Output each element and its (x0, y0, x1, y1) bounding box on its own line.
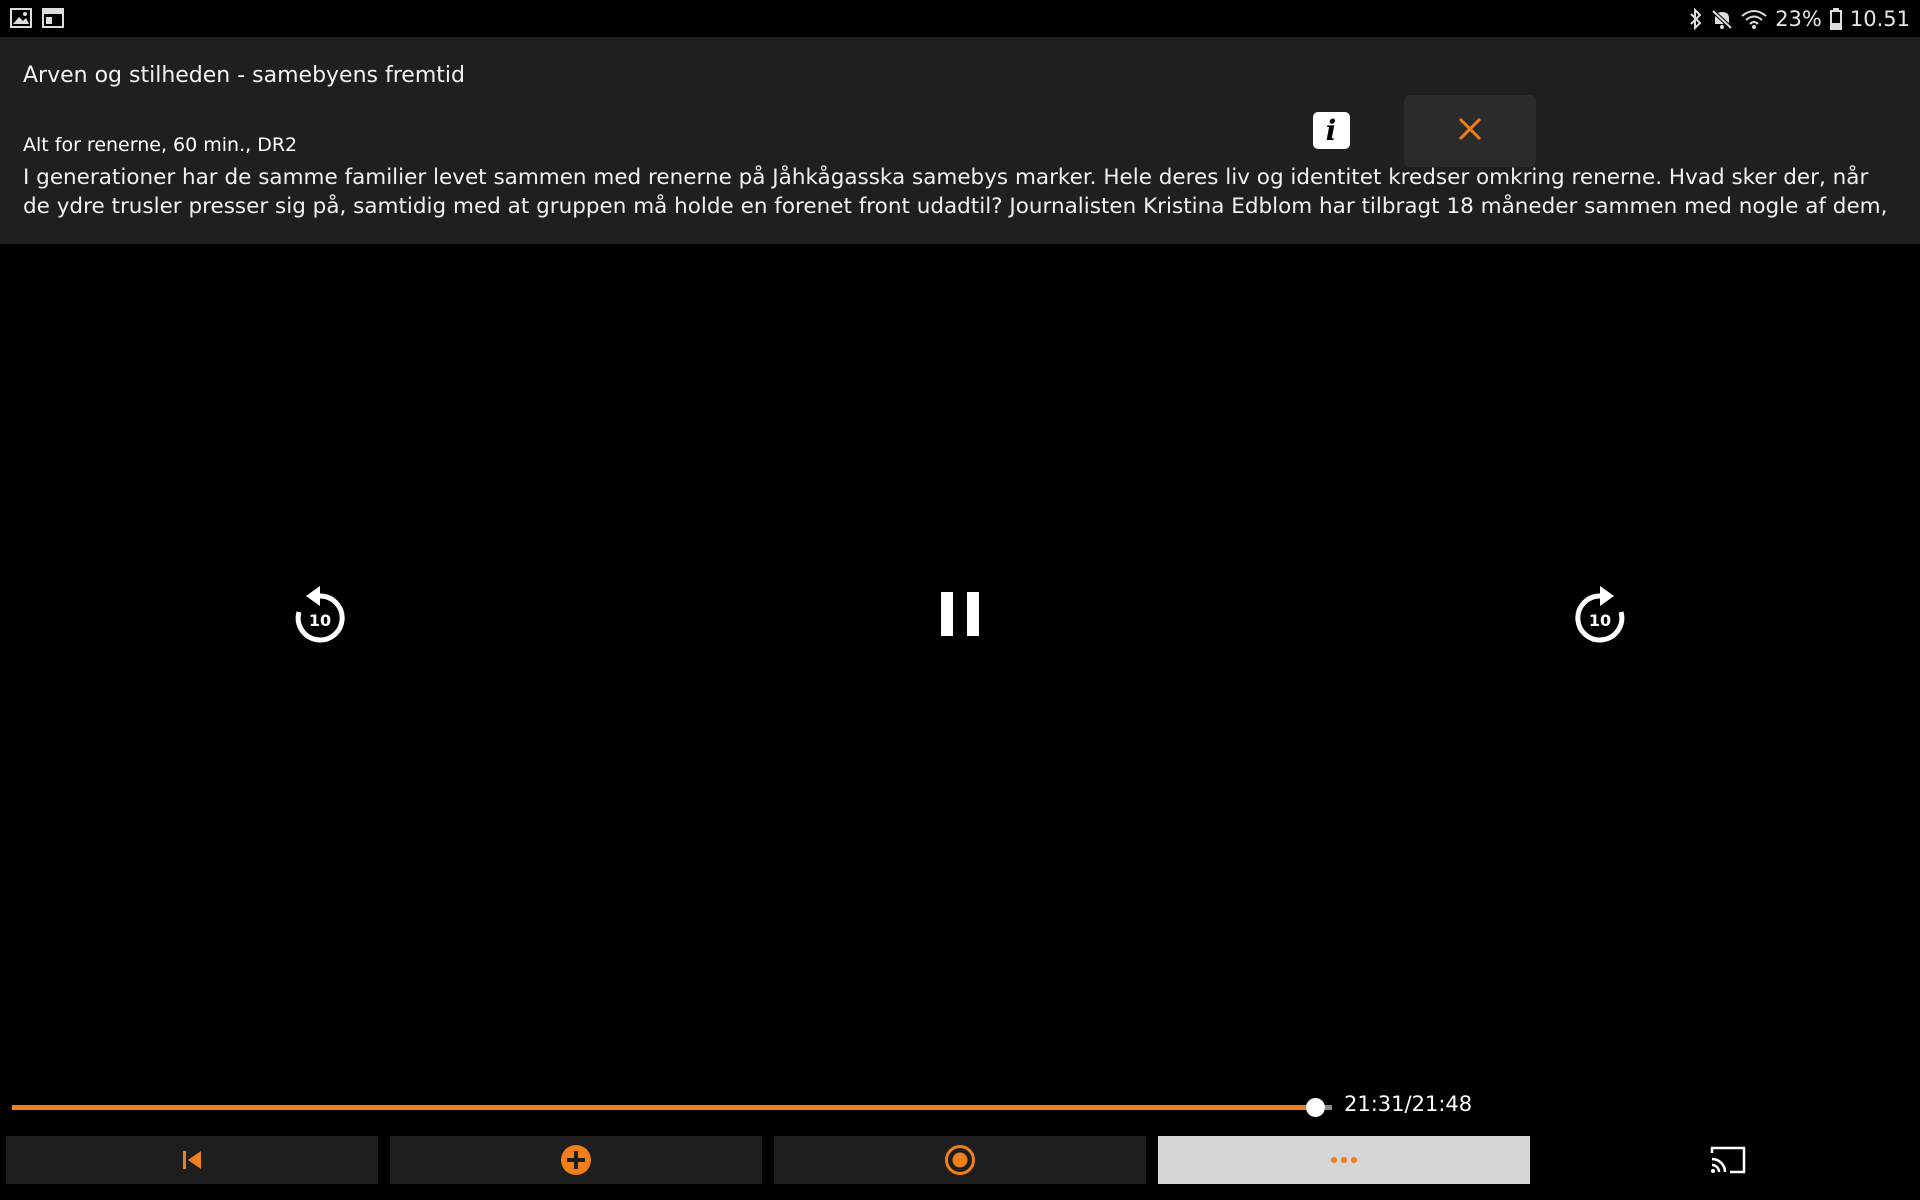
clock: 10.51 (1849, 7, 1910, 31)
status-left (10, 8, 64, 32)
rewind-10-button[interactable]: 10 (280, 574, 360, 654)
program-info-panel: Arven og stilheden - samebyens fremtid A… (0, 37, 1920, 244)
progress-bar[interactable] (12, 1098, 1332, 1117)
forward-seconds: 10 (1588, 611, 1612, 630)
close-button[interactable] (1404, 95, 1536, 167)
program-title: Arven og stilheden - samebyens fremtid (23, 63, 465, 88)
record-icon (945, 1145, 975, 1175)
close-icon (1458, 117, 1482, 145)
more-button[interactable] (1158, 1136, 1530, 1184)
wifi-icon (1741, 8, 1767, 30)
status-bar: 23% 10.51 (0, 0, 1920, 37)
forward-10-button[interactable]: 10 (1560, 574, 1640, 654)
battery-icon (1829, 8, 1842, 30)
restart-button[interactable] (6, 1136, 378, 1184)
bottom-bar (0, 1136, 1920, 1186)
program-meta: Alt for renerne, 60 min., DR2 (23, 134, 298, 156)
progress-thumb[interactable] (1305, 1098, 1325, 1117)
add-button[interactable] (390, 1136, 762, 1184)
cast-icon (1710, 1146, 1746, 1174)
video-area[interactable]: 10 10 (0, 244, 1920, 1084)
record-button[interactable] (774, 1136, 1146, 1184)
cast-button[interactable] (1700, 1136, 1756, 1184)
info-button[interactable]: i (1281, 94, 1381, 166)
pause-icon (941, 592, 979, 636)
skip-back-icon (183, 1151, 201, 1169)
progress-fill (12, 1105, 1315, 1110)
rewind-seconds: 10 (308, 611, 332, 630)
program-description: I generationer har de samme familier lev… (23, 165, 1888, 219)
info-icon: i (1312, 111, 1350, 149)
window-icon (42, 8, 64, 32)
plus-circle-icon (561, 1145, 591, 1175)
bluetooth-icon (1689, 8, 1703, 30)
gallery-icon (10, 8, 32, 32)
time-readout: 21:31/21:48 (1344, 1092, 1473, 1116)
mute-icon (1711, 8, 1733, 30)
status-right: 23% 10.51 (1689, 6, 1910, 32)
more-dots-icon (1331, 1157, 1357, 1163)
pause-button[interactable] (920, 574, 1000, 654)
battery-percent: 23% (1775, 7, 1822, 31)
